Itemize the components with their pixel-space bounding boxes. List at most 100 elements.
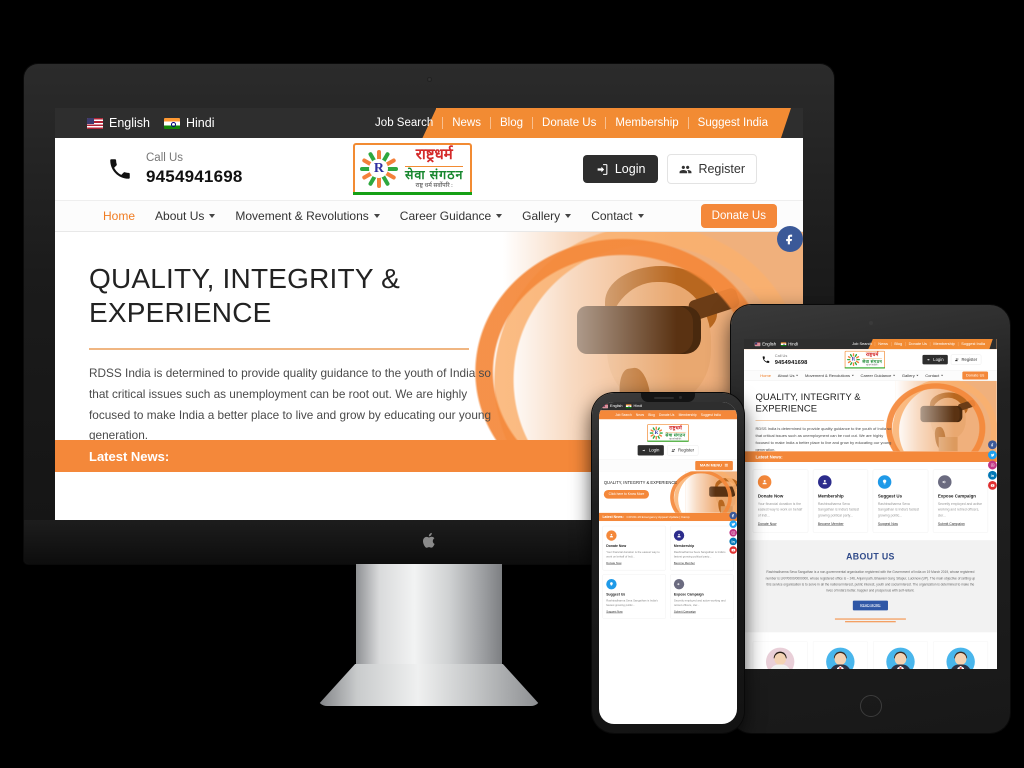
mobile-link-membership[interactable]: Membership: [677, 413, 699, 417]
tablet-nav-contact[interactable]: Contact: [922, 373, 946, 378]
card-membership[interactable]: Membership Rashtradharma Seva Sangathan …: [670, 525, 734, 571]
mobile-link-suggest[interactable]: Suggest India: [699, 413, 723, 417]
card-membership-link[interactable]: Become Member: [818, 523, 844, 527]
linkedin-icon[interactable]: [988, 470, 997, 480]
facebook-icon[interactable]: [729, 511, 737, 520]
card-expose-link[interactable]: Submit Campaign: [674, 610, 696, 613]
chevron-down-icon: [796, 374, 799, 377]
nav-item-contact[interactable]: Contact: [581, 209, 653, 223]
team-card[interactable]: Radhey Yadav Chairman READ MORE: [812, 641, 868, 669]
tablet-logo-tagline: राष्ट्र धर्म सर्वोपरि :: [865, 364, 879, 367]
youtube-icon[interactable]: [988, 480, 997, 490]
tablet-top-link-donate[interactable]: Donate Us: [906, 342, 931, 347]
tablet-nav-home[interactable]: Home: [757, 373, 775, 378]
card-expose-link[interactable]: Submit Campaign: [938, 523, 965, 527]
tablet-nav-gallery[interactable]: Gallery: [899, 373, 922, 378]
top-link-news[interactable]: News: [443, 117, 491, 129]
facebook-icon[interactable]: [777, 226, 803, 252]
card-suggest-us[interactable]: Suggest Us Rashtradharma Seva Sangathan …: [602, 574, 666, 619]
team-card[interactable]: Name Founder READ MORE: [933, 641, 989, 669]
team-card[interactable]: Kavita Secretary READ MORE: [873, 641, 928, 669]
mobile-hero-cta[interactable]: Click here to Know More: [603, 490, 650, 499]
mobile-main-menu-button[interactable]: MAIN MENU: [695, 460, 733, 471]
about-read-more-button[interactable]: READ MORE: [852, 600, 889, 611]
tablet-social-rail: [988, 440, 997, 490]
site-logo[interactable]: R राष्ट्रधर्म सेवा संगठन राष्ट्र धर्म सर…: [352, 143, 473, 195]
language-english[interactable]: English: [87, 116, 150, 130]
tablet-home-button[interactable]: [859, 695, 882, 717]
twitter-icon[interactable]: [988, 450, 997, 460]
phone-number[interactable]: 9454941698: [146, 166, 243, 187]
tablet-language-english[interactable]: English: [755, 342, 776, 347]
card-suggest-link[interactable]: Suggest Now: [606, 610, 622, 613]
nav-item-movement-revolutions[interactable]: Movement & Revolutions: [225, 209, 389, 223]
tablet-top-link-news[interactable]: News: [875, 342, 892, 347]
card-expose-campaign[interactable]: Expose Campaign Secretly employed and ac…: [932, 469, 989, 533]
linkedin-icon[interactable]: [729, 537, 737, 546]
top-link-suggest-india[interactable]: Suggest India: [689, 117, 777, 129]
card-suggest-title: Suggest Us: [606, 592, 626, 597]
tablet-nav-movement-label: Movement & Revolutions: [804, 373, 851, 378]
top-link-donate-us[interactable]: Donate Us: [533, 117, 607, 129]
card-donate-now[interactable]: Donate Now Your financial donation is th…: [752, 469, 809, 533]
mobile-link-blog[interactable]: Blog: [646, 413, 657, 417]
tablet-login-button[interactable]: Login: [922, 354, 948, 365]
users-icon: [671, 448, 676, 452]
nav-item-gallery[interactable]: Gallery: [512, 209, 581, 223]
tablet-phone-number[interactable]: 9454941698: [775, 359, 808, 366]
india-flag-icon: [625, 404, 632, 409]
card-membership-link[interactable]: Become Member: [674, 562, 695, 565]
nav-item-career-guidance[interactable]: Career Guidance: [390, 209, 512, 223]
donate-us-button[interactable]: Donate Us: [700, 204, 777, 228]
tablet-top-link-suggest[interactable]: Suggest India: [958, 342, 988, 346]
youtube-icon[interactable]: [729, 546, 737, 554]
tablet-top-link-membership[interactable]: Membership: [930, 342, 959, 347]
login-button[interactable]: Login: [582, 155, 659, 183]
logo-tagline: राष्ट्र धर्म सर्वोपरि :: [415, 183, 453, 190]
tablet-top-link-job-search[interactable]: Job Search: [849, 342, 876, 347]
tablet-main-navigation: Home About Us Movement & Revolutions Car…: [744, 370, 997, 381]
register-button[interactable]: Register: [667, 154, 757, 184]
tablet-nav-about[interactable]: About Us: [774, 373, 801, 378]
register-label: Register: [698, 162, 745, 176]
card-membership[interactable]: Membership Rashtradharma Seva Sangathan …: [812, 469, 869, 533]
card-suggest-us[interactable]: Suggest Us Rashtradharma Seva Sangathan …: [872, 469, 929, 533]
top-link-blog[interactable]: Blog: [491, 117, 534, 129]
tablet-language-hindi[interactable]: Hindi: [781, 342, 798, 347]
team-card[interactable]: Shri Angad Singh Yadav Organisation Foun…: [752, 641, 808, 669]
tablet-top-link-blog[interactable]: Blog: [891, 342, 906, 347]
card-donate-link[interactable]: Donate Now: [758, 523, 777, 527]
instagram-icon[interactable]: [988, 460, 997, 470]
top-link-membership[interactable]: Membership: [606, 117, 689, 129]
tablet-register-label: Register: [961, 357, 978, 362]
card-donate-link[interactable]: Donate Now: [606, 562, 621, 565]
mobile-lang-hi-label: Hindi: [633, 404, 643, 409]
tablet-nav-movement[interactable]: Movement & Revolutions: [802, 373, 858, 378]
chevron-down-icon: [851, 374, 854, 377]
card-expose-campaign[interactable]: Expose Campaign Secretly employed and ac…: [670, 574, 734, 619]
instagram-icon[interactable]: [729, 528, 737, 537]
tablet-register-button[interactable]: Register: [951, 354, 982, 365]
mobile-language-hindi[interactable]: Hindi: [625, 404, 643, 409]
language-hindi[interactable]: Hindi: [164, 116, 215, 130]
mobile-link-news[interactable]: News: [634, 413, 646, 417]
tablet-nav-career[interactable]: Career Guidance: [857, 373, 898, 378]
mobile-link-donate[interactable]: Donate Us: [657, 413, 677, 417]
mobile-link-job-search[interactable]: Job Search: [613, 413, 634, 417]
top-link-job-search[interactable]: Job Search: [366, 117, 444, 129]
tablet-site-logo[interactable]: R राष्ट्रधर्म सेवा संगठन राष्ट्र धर्म सर…: [844, 350, 886, 369]
mobile-login-button[interactable]: Login: [637, 445, 664, 456]
nav-item-about-us[interactable]: About Us: [145, 209, 225, 223]
card-suggest-link[interactable]: Suggest Now: [878, 523, 898, 527]
nav-item-home[interactable]: Home: [93, 209, 145, 223]
bulb-icon: [877, 475, 892, 489]
tablet-donate-button[interactable]: Donate Us: [962, 371, 989, 380]
mobile-register-button[interactable]: Register: [667, 445, 699, 456]
twitter-icon[interactable]: [729, 520, 737, 528]
facebook-icon[interactable]: [988, 440, 997, 450]
card-donate-now[interactable]: Donate Now Your financial donation is th…: [602, 525, 666, 571]
mobile-site-logo[interactable]: R राष्ट्रधर्म सेवा संगठन राष्ट्र धर्म सर…: [647, 424, 689, 442]
mobile-login-label: Login: [648, 447, 660, 453]
mobile-hero-title: QUALITY, INTEGRITY & EXPERIENCE: [603, 480, 678, 486]
mobile-language-english[interactable]: English: [602, 404, 622, 408]
